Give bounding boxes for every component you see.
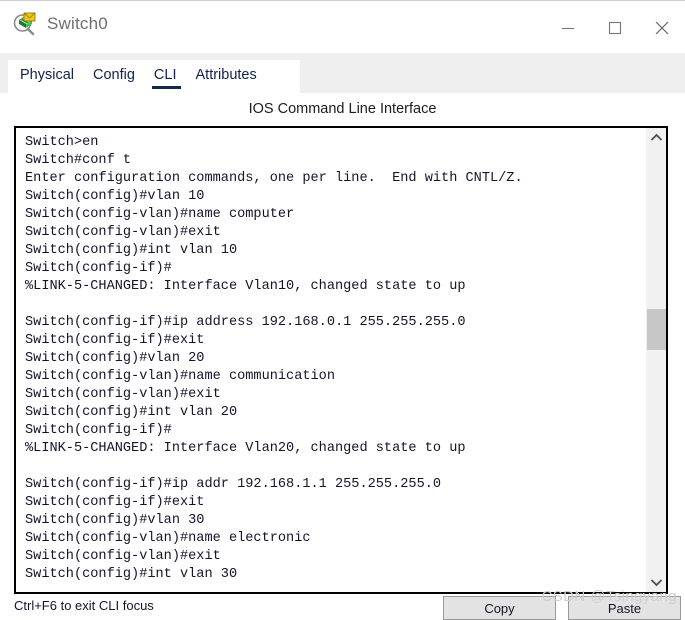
tab-attributes[interactable]: Attributes bbox=[196, 67, 257, 87]
terminal-line: Switch(config)#vlan 10 bbox=[25, 189, 205, 204]
title-bar-left: Switch0 bbox=[12, 11, 108, 37]
maximize-icon bbox=[608, 21, 621, 34]
scrollbar-thumb[interactable] bbox=[647, 309, 666, 350]
terminal-line: Switch(config)#vlan 20 bbox=[25, 351, 205, 366]
terminal-line: Switch(config-if)# bbox=[25, 423, 172, 438]
terminal-line: Switch#conf t bbox=[25, 153, 132, 168]
window-title: Switch0 bbox=[47, 14, 108, 33]
scroll-down-button[interactable] bbox=[647, 573, 666, 592]
terminal-line: Switch(config-vlan)#exit bbox=[25, 225, 221, 240]
terminal-line: Enter configuration commands, one per li… bbox=[25, 171, 523, 186]
paste-button[interactable]: Paste bbox=[568, 596, 681, 620]
window-controls bbox=[544, 1, 685, 54]
terminal-line: Switch(config-vlan)#name communication bbox=[25, 369, 335, 384]
panel-title: IOS Command Line Interface bbox=[248, 101, 437, 117]
close-button[interactable] bbox=[638, 2, 685, 54]
close-icon bbox=[655, 21, 668, 34]
bottom-bar: Ctrl+F6 to exit CLI focus Copy Paste bbox=[0, 594, 685, 620]
terminal-line: Switch(config-if)#exit bbox=[25, 333, 205, 348]
switch-magnifier-icon bbox=[12, 11, 38, 37]
terminal-line: Switch(config-if)#ip address 192.168.0.1… bbox=[25, 315, 466, 330]
terminal-line: Switch(config)#int vlan 30 bbox=[25, 567, 238, 582]
terminal-line: Switch(config-vlan)#exit bbox=[25, 387, 221, 402]
cli-output[interactable]: Switch>en Switch#conf t Enter configuratio… bbox=[16, 128, 646, 592]
maximize-button[interactable] bbox=[591, 2, 638, 54]
terminal-line: Switch(config-if)# bbox=[25, 261, 172, 276]
cli-terminal-panel[interactable]: Switch>en Switch#conf t Enter configuratio… bbox=[14, 126, 668, 594]
copy-button[interactable]: Copy bbox=[443, 596, 556, 620]
tab-strip: Physical Config CLI Attributes bbox=[8, 60, 300, 93]
terminal-line: Switch(config)#int vlan 20 bbox=[25, 405, 238, 420]
terminal-line: Switch(config-vlan)#name electronic bbox=[25, 531, 311, 546]
minimize-button[interactable] bbox=[544, 2, 591, 54]
title-bar: Switch0 bbox=[0, 0, 685, 54]
terminal-scrollbar[interactable] bbox=[646, 128, 666, 592]
scroll-up-button[interactable] bbox=[647, 128, 666, 147]
minimize-icon bbox=[561, 27, 574, 29]
terminal-line: Switch(config-if)#exit bbox=[25, 495, 205, 510]
terminal-line: %LINK-5-CHANGED: Interface Vlan10, chang… bbox=[25, 279, 466, 294]
terminal-line: %LINK-5-CHANGED: Interface Vlan20, chang… bbox=[25, 441, 466, 456]
terminal-line: Switch(config-if)#ip addr 192.168.1.1 25… bbox=[25, 477, 442, 492]
terminal-line: Switch(config)#int vlan 10 bbox=[25, 243, 238, 258]
terminal-line: Switch(config-vlan)#name computer bbox=[25, 207, 295, 222]
tab-config[interactable]: Config bbox=[93, 67, 135, 87]
terminal-line: Switch>en bbox=[25, 135, 99, 150]
chevron-up-icon bbox=[650, 133, 663, 141]
terminal-line: Switch(config-vlan)#exit bbox=[25, 549, 221, 564]
tab-cli[interactable]: CLI bbox=[151, 67, 181, 89]
tab-physical[interactable]: Physical bbox=[20, 67, 74, 87]
cli-focus-hint: Ctrl+F6 to exit CLI focus bbox=[14, 598, 154, 613]
terminal-line: Switch(config)#vlan 30 bbox=[25, 513, 205, 528]
chevron-down-icon bbox=[650, 579, 663, 587]
